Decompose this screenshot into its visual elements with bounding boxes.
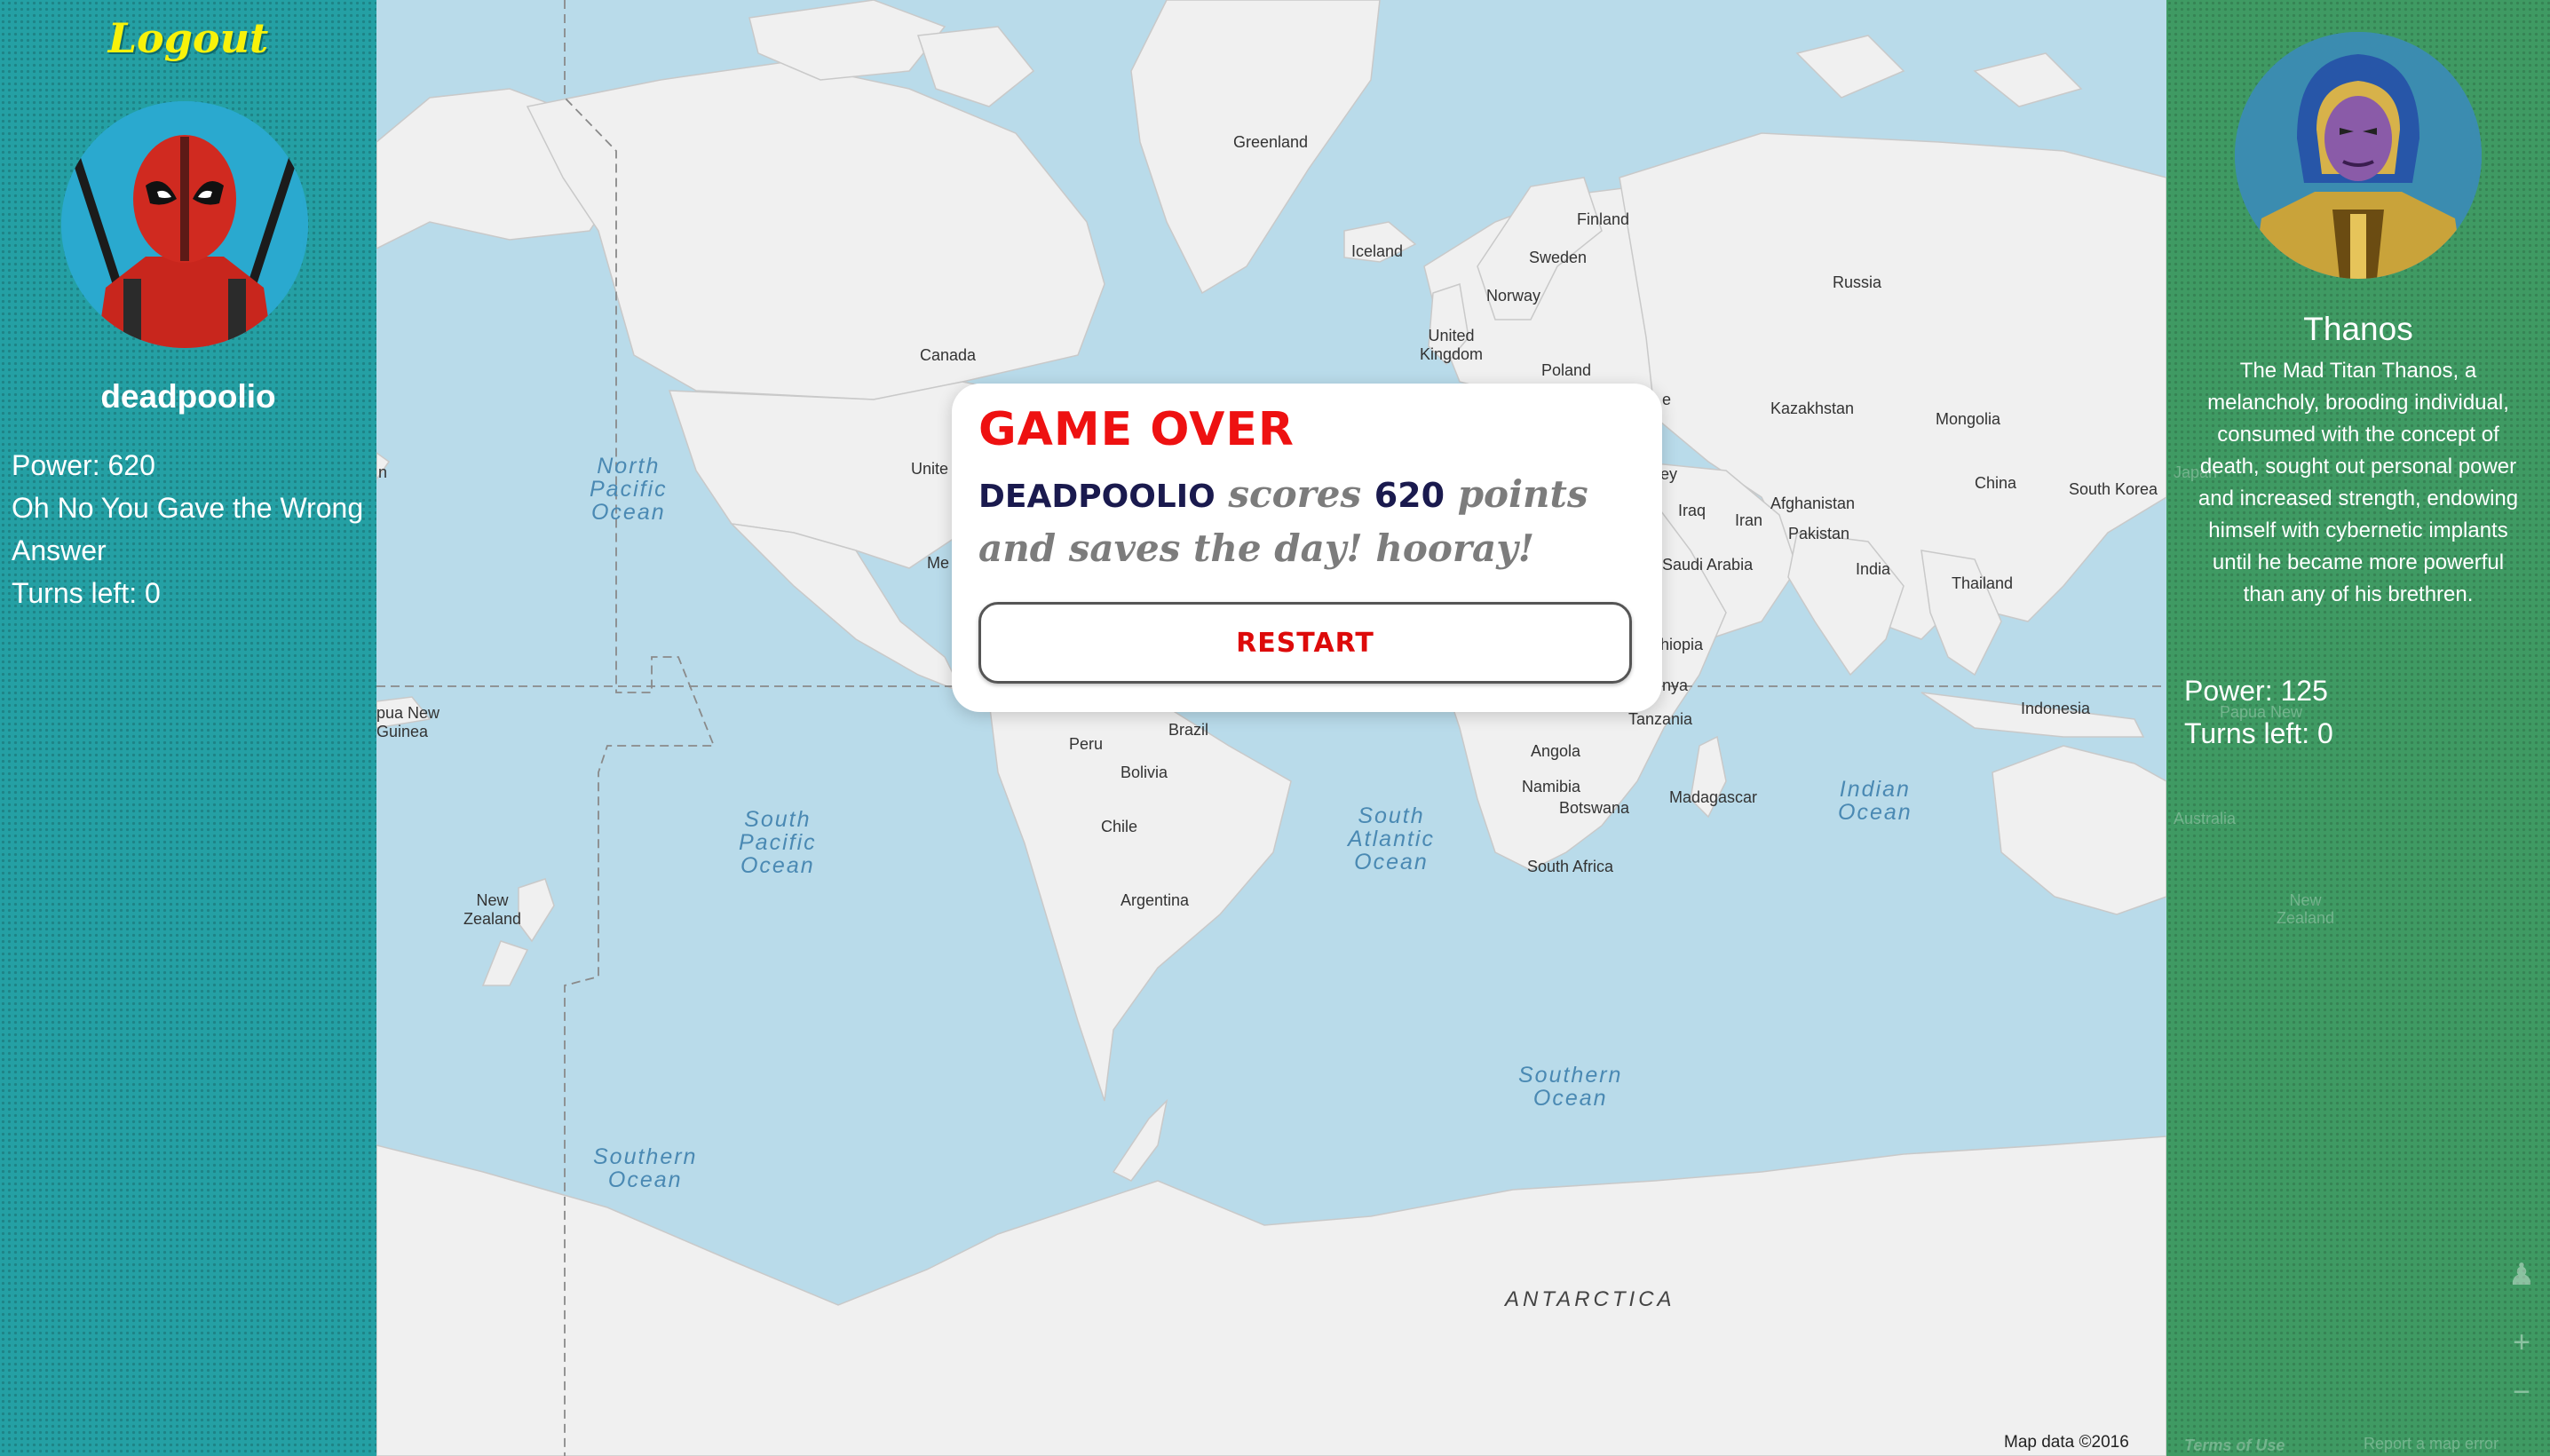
final-score: 620: [1374, 476, 1445, 515]
ocean-label-southern-center: Southern Ocean: [1518, 1063, 1623, 1111]
map-label-bolivia: Bolivia: [1121, 764, 1168, 781]
map-label-madagascar: Madagascar: [1669, 788, 1758, 806]
map-label-norway: Norway: [1486, 287, 1541, 305]
opponent-name: Thanos: [2303, 311, 2413, 347]
winner-name: DEADPOOLIO: [978, 479, 1216, 515]
ocean-label-south-atlantic: South Atlantic Ocean: [1348, 803, 1435, 874]
map-label-ethiopia: hiopia: [1660, 636, 1704, 653]
game-over-dialog: GAME OVER DEADPOOLIO scores 620 points a…: [952, 384, 1662, 712]
map-label-sweden: Sweden: [1529, 249, 1588, 266]
ocean-label-indian: Indian Ocean: [1838, 777, 1912, 825]
map-label-pakistan: Pakistan: [1788, 525, 1850, 542]
ghost-terms-of-use: Terms of Use: [2184, 1436, 2285, 1454]
map-label-south-korea: South Korea: [2069, 480, 2158, 498]
restart-button[interactable]: RESTART: [978, 602, 1632, 684]
map-label-thailand: Thailand: [1952, 574, 2014, 592]
map-label-china: China: [1975, 474, 2017, 492]
map-label-argentina: Argentina: [1121, 891, 1190, 909]
map-label-papua-new-guinea: pua New Guinea: [376, 704, 440, 740]
map-label-japan-edge: n: [378, 463, 388, 481]
map-label-saudi-arabia: Saudi Arabia: [1662, 556, 1754, 574]
ocean-label-south-pacific: South Pacific Ocean: [739, 807, 817, 878]
map-label-kenya: nya: [1662, 677, 1689, 694]
ghost-report-map-error: Report a map error: [2364, 1435, 2499, 1452]
game-screen: Greenland Iceland Finland Sweden Norway …: [0, 0, 2550, 1456]
map-label-kazakhstan: Kazakhstan: [1770, 400, 1855, 417]
map-label-turkey: ey: [1660, 465, 1678, 483]
map-label-antarctica: ANTARCTICA: [1505, 1287, 1675, 1311]
map-land-layer: [376, 0, 2166, 1456]
map-label-new-zealand: New Zealand: [463, 891, 522, 928]
player-power: Power: 620: [12, 449, 155, 481]
map-label-peru: Peru: [1069, 735, 1104, 753]
map-label-finland: Finland: [1577, 210, 1630, 228]
map-label-india: India: [1856, 560, 1891, 578]
player-avatar: [61, 101, 308, 348]
zoom-in-icon[interactable]: +: [2504, 1325, 2539, 1360]
world-map[interactable]: Greenland Iceland Finland Sweden Norway …: [376, 0, 2166, 1456]
map-label-iraq: Iraq: [1678, 502, 1707, 519]
player-status-message: Oh No You Gave the Wrong Answer: [12, 492, 364, 566]
ocean-label-north-pacific: North Pacific Ocean: [590, 454, 668, 525]
map-label-turkey-fragment: e: [1662, 391, 1672, 408]
opponent-bio: The Mad Titan Thanos, a melancholy, broo…: [2198, 359, 2519, 606]
ocean-label-southern-left: Southern Ocean: [593, 1144, 698, 1192]
player-turns-left: Turns left: 0: [12, 577, 161, 609]
opponent-avatar: [2235, 32, 2482, 279]
deadpool-portrait-icon: [61, 101, 308, 348]
player-panel: Logout deadpoolio Power: 620 Oh No You G…: [0, 0, 376, 1456]
map-label-afghanistan: Afghanistan: [1770, 495, 1856, 512]
map-label-botswana: Botswana: [1559, 799, 1630, 817]
map-label-mongolia: Mongolia: [1936, 410, 2001, 428]
map-label-namibia: Namibia: [1522, 778, 1581, 795]
game-over-title: GAME OVER: [978, 403, 1295, 456]
map-label-united-kingdom: United Kingdom: [1420, 327, 1484, 363]
logout-link[interactable]: Logout: [0, 14, 376, 62]
map-label-iceland: Iceland: [1351, 242, 1404, 260]
map-label-angola: Angola: [1531, 742, 1581, 760]
map-label-iran: Iran: [1735, 511, 1763, 529]
map-label-greenland: Greenland: [1233, 133, 1309, 151]
thanos-portrait-icon: [2235, 32, 2482, 279]
pegman-icon[interactable]: ♟: [2504, 1257, 2539, 1293]
message-scores-text: scores: [1228, 472, 1362, 516]
map-label-poland: Poland: [1541, 361, 1592, 379]
opponent-panel: Thanos The Mad Titan Thanos, a melanchol…: [2166, 0, 2550, 1456]
map-label-united-states: Unite: [911, 460, 949, 478]
player-stats: Power: 620 Oh No You Gave the Wrong Answ…: [12, 444, 367, 614]
map-label-south-africa: South Africa: [1527, 858, 1614, 875]
map-label-tanzania: Tanzania: [1628, 710, 1693, 728]
zoom-out-icon[interactable]: −: [2504, 1374, 2539, 1410]
map-label-brazil: Brazil: [1168, 721, 1209, 739]
ghost-label-japan: Japan: [2174, 463, 2218, 481]
map-label-indonesia: Indonesia: [2021, 700, 2091, 717]
map-label-russia: Russia: [1833, 273, 1882, 291]
map-label-chile: Chile: [1101, 818, 1138, 835]
map-label-mexico: Me: [927, 554, 950, 572]
ghost-label-new-zealand: New Zealand: [2277, 891, 2335, 927]
game-over-message: DEADPOOLIO scores 620 points and saves t…: [978, 469, 1635, 574]
map-attribution: Map data ©2016: [2004, 1433, 2129, 1452]
ghost-label-australia: Australia: [2174, 810, 2237, 827]
player-name: deadpoolio: [100, 378, 276, 415]
map-label-canada: Canada: [920, 346, 977, 364]
ghost-label-papua: Papua New: [2220, 703, 2303, 721]
